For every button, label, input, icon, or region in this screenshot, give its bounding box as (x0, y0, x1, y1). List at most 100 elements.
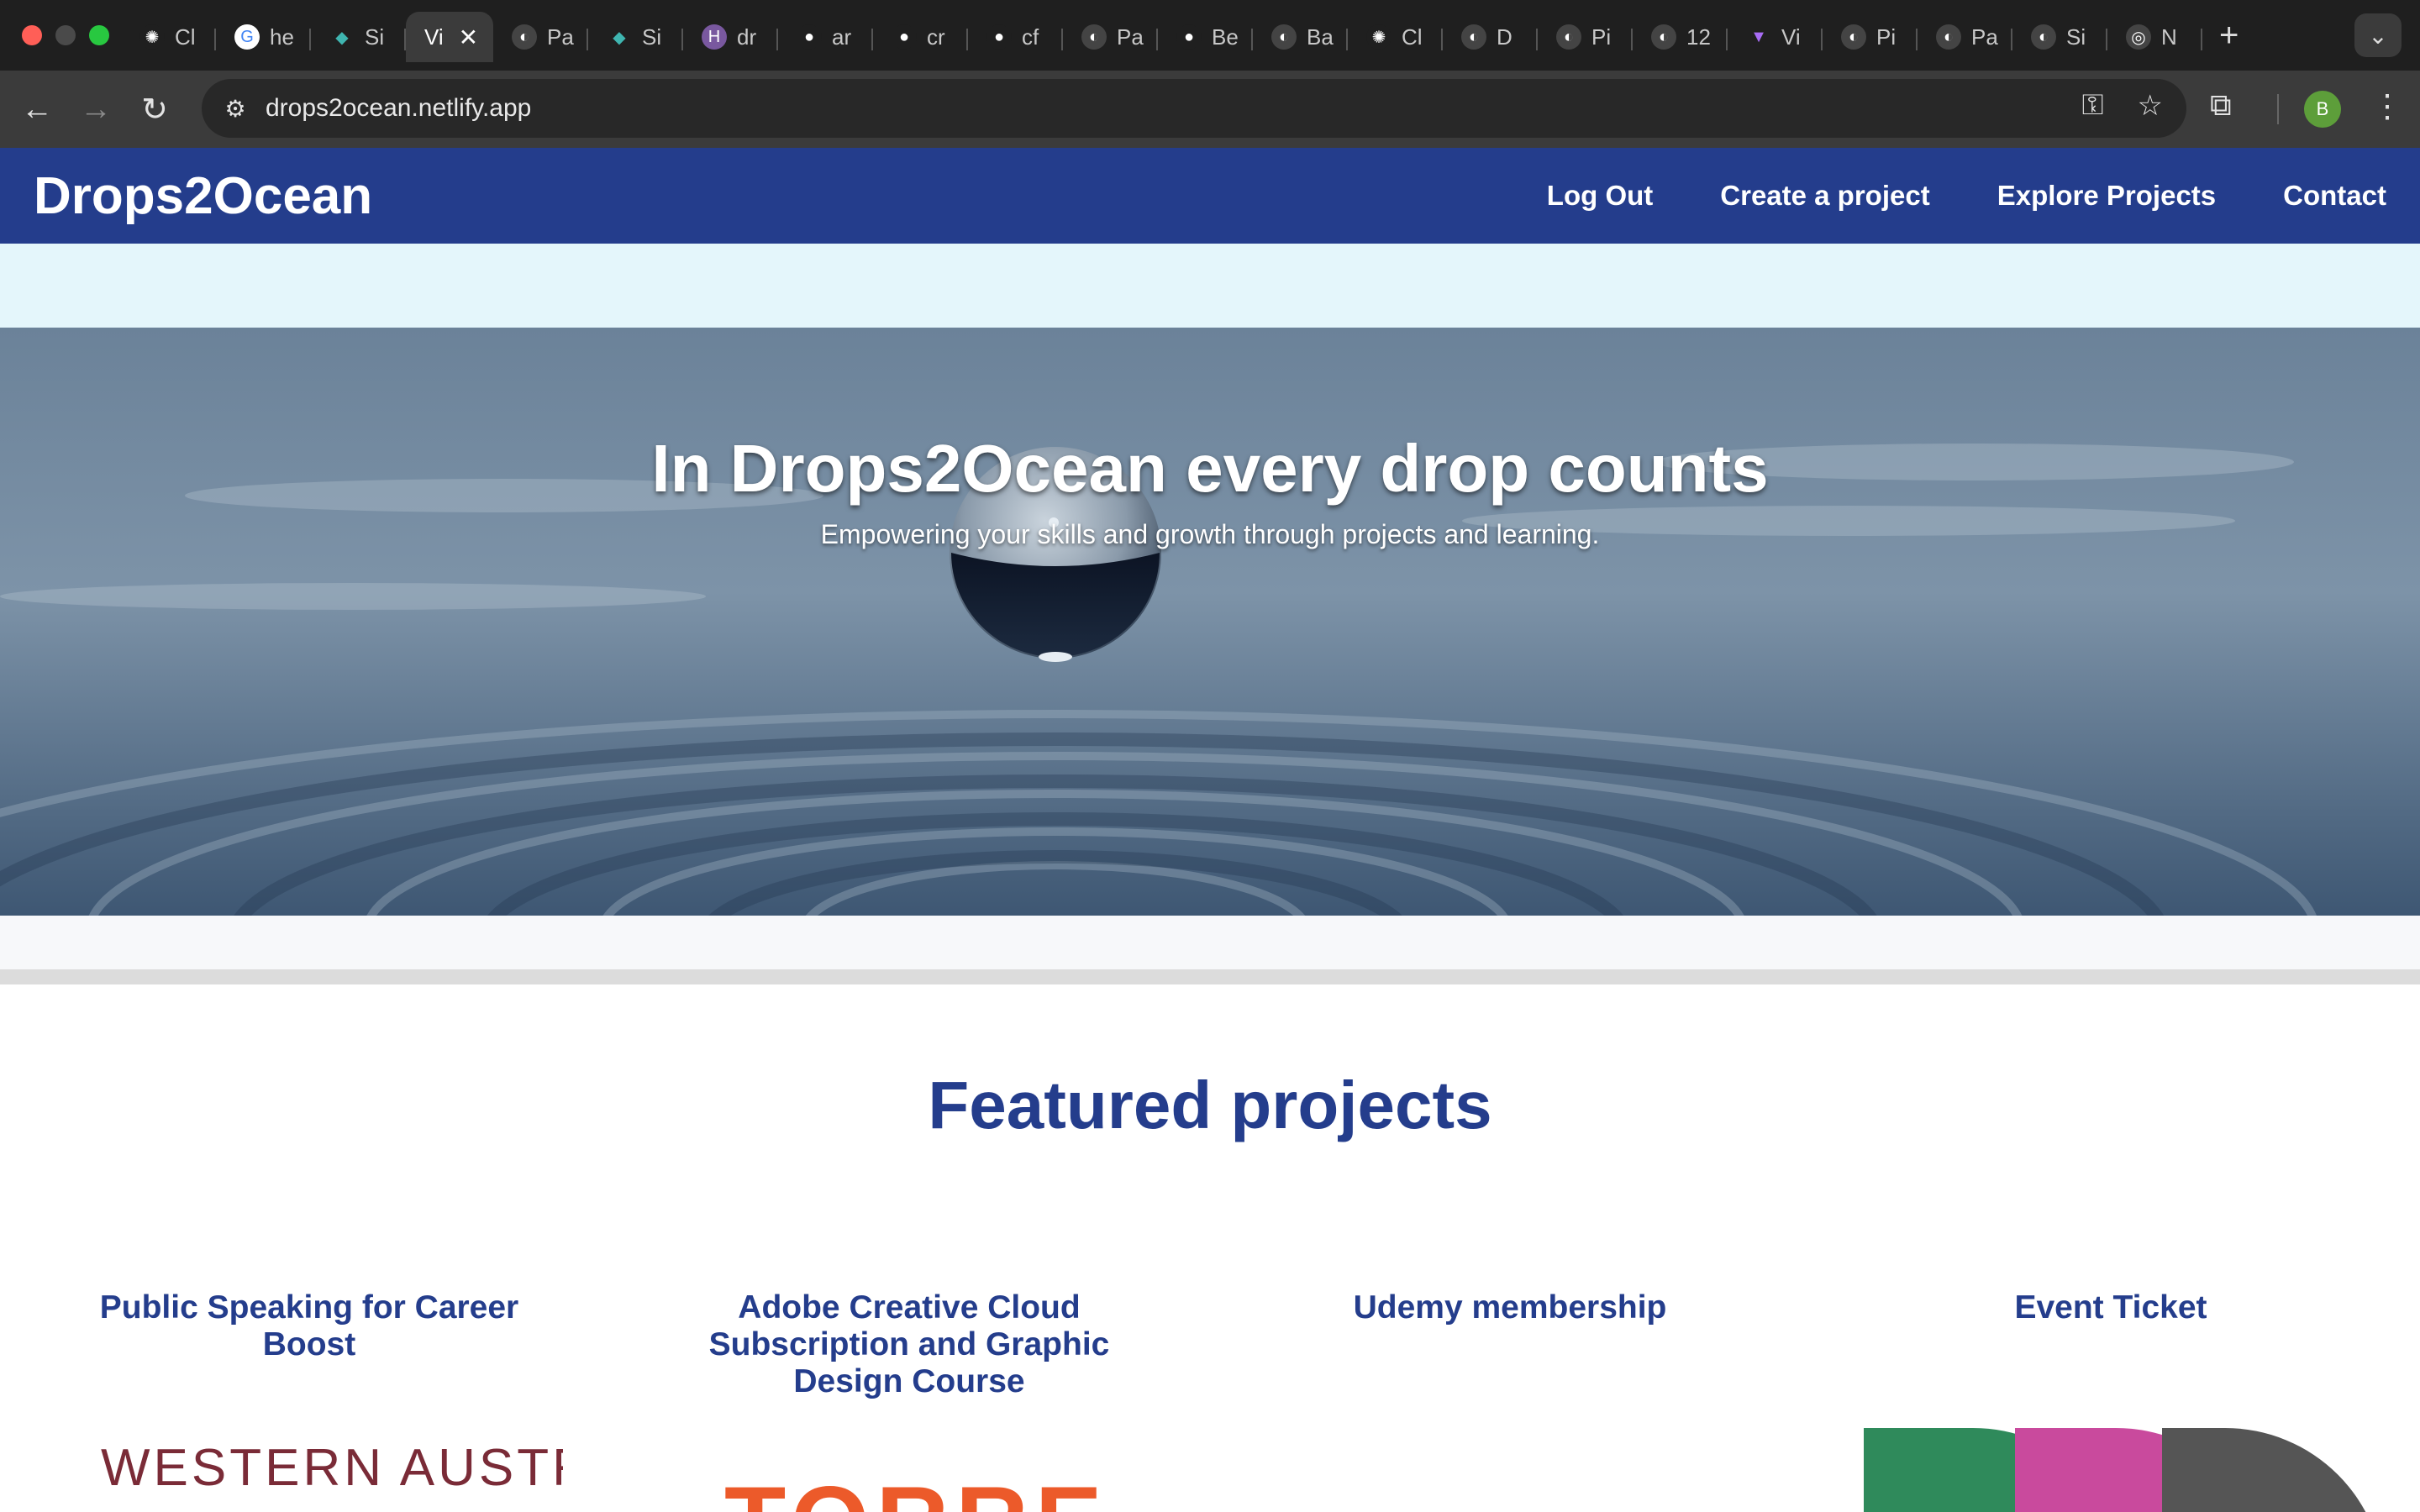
browser-tab[interactable]: ◐ Si (2012, 12, 2107, 62)
browser-tab[interactable]: ● ar (778, 12, 873, 62)
globe-icon: ◐ (1081, 24, 1107, 50)
tab-label: cr (927, 24, 945, 50)
tab-label: Ba (1307, 24, 1334, 50)
tab-label: Si (365, 24, 385, 50)
project-image-event-ticket[interactable] (1864, 1428, 2368, 1512)
close-tab-icon[interactable]: ✕ (459, 24, 478, 51)
browser-tab[interactable]: ● Be (1158, 12, 1253, 62)
tab-label: 12 (1686, 24, 1711, 50)
browser-tab[interactable]: ◐ Pi (1823, 12, 1918, 62)
browser-tab[interactable]: ◐ Pa (493, 12, 588, 62)
browser-tab[interactable]: ● cf (968, 12, 1063, 62)
reload-icon[interactable]: ↻ (133, 87, 176, 131)
browser-tab[interactable]: Vi ✕ (406, 12, 493, 62)
openai-icon: ✺ (139, 24, 165, 50)
project-image-western-australia[interactable]: WESTERN AUSTR (101, 1438, 563, 1498)
url-text[interactable]: drops2ocean.netlify.app (266, 94, 531, 123)
tab-label: cf (1022, 24, 1039, 50)
browser-tab[interactable]: ◆ Si (588, 12, 683, 62)
github-icon: ● (986, 24, 1012, 50)
browser-tab[interactable]: ▼ Vi (1728, 12, 1823, 62)
tab-label: he (270, 24, 294, 50)
browser-tab[interactable]: ◐ Ba (1253, 12, 1348, 62)
globe-icon: ◐ (1461, 24, 1486, 50)
tab-label: Pi (1876, 24, 1897, 50)
site-logo[interactable]: Drops2Ocean (34, 166, 372, 226)
browser-tab[interactable]: ◐ Pi (1538, 12, 1633, 62)
tab-label: Pa (1117, 24, 1144, 50)
browser-tab[interactable]: Hdr (683, 12, 778, 62)
github-icon: ● (1176, 24, 1202, 50)
event-ticket-logo (1864, 1428, 2368, 1512)
browser-tab[interactable]: ◎ N (2107, 12, 2202, 62)
main-nav: Log Out Create a project Explore Project… (1547, 148, 2386, 244)
project-card-title[interactable]: Adobe Creative Cloud Subscription and Gr… (691, 1289, 1128, 1400)
openai-icon: ✺ (1366, 24, 1392, 50)
globe-icon: ◐ (2031, 24, 2056, 50)
browser-tab[interactable]: Ghe (216, 12, 311, 62)
back-arrow-icon[interactable]: ← (15, 87, 59, 131)
hero-title: In Drops2Ocean every drop counts (651, 431, 1769, 506)
tab-label: Pa (1971, 24, 1998, 50)
browser-tab[interactable]: ◐ Pa (1063, 12, 1158, 62)
water-drop-image (0, 328, 2420, 916)
featured-projects-heading: Featured projects (928, 1068, 1492, 1142)
tab-label: Cl (175, 24, 196, 50)
browser-toolbar: ← → ↻ ⚙ drops2ocean.netlify.app ⚿ ☆ ⧉ B … (0, 71, 2420, 148)
extensions-puzzle-icon[interactable]: ⧉ (2210, 87, 2232, 123)
browser-tab[interactable]: ◐ 12 (1633, 12, 1728, 62)
header-spacer-band (0, 244, 2420, 328)
github-icon: ● (797, 24, 822, 50)
project-card-title[interactable]: Public Speaking for Career Boost (91, 1289, 528, 1363)
hero-subtitle: Empowering your skills and growth throug… (820, 519, 1600, 549)
toolbar-divider (2277, 94, 2279, 124)
tab-label: Si (642, 24, 662, 50)
tab-label: D (1497, 24, 1512, 50)
site-info-icon[interactable]: ⚙ (217, 90, 254, 127)
globe-icon: ◐ (1841, 24, 1866, 50)
tab-strip: ✺ Cl Ghe ◆ Si Vi ✕ ◐ Pa ◆ Si Hdr ● ar ● cr ● cf ◐ Pa ● Be ◐ Ba ✺… (121, 8, 2202, 62)
tab-search-chevron-icon[interactable]: ⌄ (2354, 13, 2402, 57)
nav-explore-projects-link[interactable]: Explore Projects (1997, 180, 2216, 212)
tab-label: ar (832, 24, 852, 50)
tab-label: Pi (1591, 24, 1612, 50)
globe-icon: ◐ (1556, 24, 1581, 50)
project-card-title[interactable]: Udemy membership (1292, 1289, 1728, 1326)
hero-bottom-spacer (0, 916, 2420, 969)
nav-logout-link[interactable]: Log Out (1547, 180, 1653, 212)
tab-label: Pa (547, 24, 574, 50)
hero-banner: In Drops2Ocean every drop counts Empower… (0, 328, 2420, 916)
zoom-window-button[interactable] (89, 25, 109, 45)
globe-icon: ◐ (1271, 24, 1297, 50)
nav-create-project-link[interactable]: Create a project (1720, 180, 1929, 212)
new-tab-button[interactable]: + (2219, 17, 2238, 55)
project-card-title[interactable]: Event Ticket (1892, 1289, 2329, 1326)
address-bar[interactable]: ⚙ drops2ocean.netlify.app ⚿ ☆ (202, 79, 2186, 138)
project-image-torre[interactable]: TORRE (724, 1478, 1153, 1512)
tab-separator (2201, 29, 2202, 50)
window-controls (22, 25, 109, 45)
tab-label: Cl (1402, 24, 1423, 50)
browser-tab[interactable]: ✺ Cl (1348, 12, 1443, 62)
bookmark-star-icon[interactable]: ☆ (2138, 89, 2163, 123)
diamond-icon: ◆ (335, 28, 349, 47)
browser-tab[interactable]: ✺ Cl (121, 12, 216, 62)
more-menu-icon[interactable]: ⋮ (2371, 87, 2403, 125)
globe-icon: ◐ (512, 24, 537, 50)
profile-avatar[interactable]: B (2304, 91, 2341, 128)
forward-arrow-icon[interactable]: → (74, 87, 118, 131)
password-key-icon[interactable]: ⚿ (2082, 89, 2104, 123)
tab-label: Vi (424, 24, 444, 50)
browser-tab[interactable]: ◆ Si (311, 12, 406, 62)
close-window-button[interactable] (22, 25, 42, 45)
tab-label: dr (737, 24, 757, 50)
google-icon: G (234, 24, 260, 50)
browser-tab[interactable]: ◐ D (1443, 12, 1538, 62)
nav-contact-link[interactable]: Contact (2283, 180, 2386, 212)
browser-tab[interactable]: ◐ Pa (1918, 12, 2012, 62)
diamond-icon: ◆ (613, 28, 626, 47)
minimize-window-button[interactable] (55, 25, 76, 45)
browser-tab[interactable]: ● cr (873, 12, 968, 62)
browser-tab-bar: ✺ Cl Ghe ◆ Si Vi ✕ ◐ Pa ◆ Si Hdr ● ar ● cr ● cf ◐ Pa ● Be ◐ Ba ✺… (0, 0, 2420, 71)
vite-icon: ▼ (1750, 27, 1767, 46)
